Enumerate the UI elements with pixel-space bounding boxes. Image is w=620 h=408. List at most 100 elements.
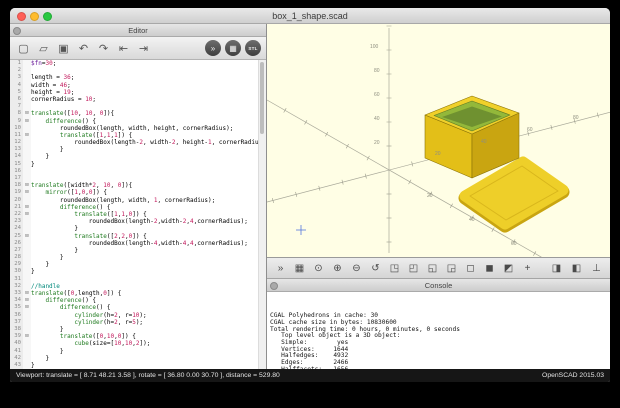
fold-marker-icon[interactable] [23, 283, 31, 290]
fold-marker-icon[interactable]: ⊟ [23, 132, 31, 139]
redo-icon[interactable]: ↷ [95, 40, 112, 56]
code-line[interactable]: 5 height = 19; [10, 89, 266, 96]
zoom-window-button[interactable] [43, 12, 52, 21]
fold-marker-icon[interactable]: ⊟ [23, 304, 31, 311]
fold-marker-icon[interactable] [23, 67, 31, 74]
fold-marker-icon[interactable] [23, 89, 31, 96]
code-line[interactable]: 7 [10, 103, 266, 110]
fold-marker-icon[interactable] [23, 319, 31, 326]
3d-viewport[interactable]: 1008060402020406080204060 [267, 24, 610, 258]
render-icon[interactable]: ▦ [291, 260, 308, 276]
code-line[interactable]: 42 } [10, 355, 266, 362]
code-line[interactable]: 21 ⊟ difference() { [10, 204, 266, 211]
save-file-icon[interactable]: ▣ [55, 40, 72, 56]
code-line[interactable]: 17 [10, 175, 266, 182]
open-file-icon[interactable]: ▱ [35, 40, 52, 56]
code-line[interactable]: 20 roundedBox(length, width, 1, cornerRa… [10, 197, 266, 204]
view-right-icon[interactable]: ◳ [386, 260, 403, 276]
fold-marker-icon[interactable]: ⊟ [23, 211, 31, 218]
view-top-icon[interactable]: ◰ [405, 260, 422, 276]
code-line[interactable]: 39 ⊟ translate([0,10,0]) { [10, 333, 266, 340]
code-line[interactable]: 4 width = 46; [10, 82, 266, 89]
fold-marker-icon[interactable] [23, 153, 31, 160]
fold-marker-icon[interactable]: ⊟ [23, 182, 31, 189]
code-line[interactable]: 22 ⊟ translate([1,1,0]) { [10, 211, 266, 218]
fold-marker-icon[interactable] [23, 96, 31, 103]
code-line[interactable]: 26 roundedBox(length-4,width-4,4,cornerR… [10, 240, 266, 247]
view-front-icon[interactable]: ◻ [462, 260, 479, 276]
render-button[interactable]: ▦ [225, 40, 241, 56]
fold-marker-icon[interactable]: ⊟ [23, 290, 31, 297]
fold-marker-icon[interactable] [23, 60, 31, 67]
unindent-icon[interactable]: ⇤ [115, 40, 132, 56]
code-line[interactable]: 32 //handle [10, 283, 266, 290]
fold-marker-icon[interactable] [23, 348, 31, 355]
show-axes-icon[interactable]: ⊥ [588, 260, 605, 276]
code-line[interactable]: 28 } [10, 254, 266, 261]
code-line[interactable]: 8 ⊟ translate([10, 10, 0]){ [10, 110, 266, 117]
code-line[interactable]: 33 ⊟ translate([0,length,0]) { [10, 290, 266, 297]
view-bottom-icon[interactable]: ◱ [424, 260, 441, 276]
code-line[interactable]: 25 ⊟ translate([2,2,0]) { [10, 233, 266, 240]
minimize-window-button[interactable] [30, 12, 39, 21]
fold-marker-icon[interactable]: ⊟ [23, 333, 31, 340]
view-center-icon[interactable]: + [519, 260, 536, 276]
code-line[interactable]: 35 ⊟ difference() { [10, 304, 266, 311]
fold-marker-icon[interactable] [23, 254, 31, 261]
fold-marker-icon[interactable] [23, 340, 31, 347]
code-line[interactable]: 18 ⊟ translate([width*2, 10, 0]){ [10, 182, 266, 189]
fold-marker-icon[interactable] [23, 74, 31, 81]
editor-scrollbar-thumb[interactable] [260, 62, 264, 134]
fold-marker-icon[interactable]: ⊟ [23, 204, 31, 211]
export-stl-button[interactable]: STL [245, 40, 261, 56]
code-line[interactable]: 40 cube(size=[10,10,2]); [10, 340, 266, 347]
preview-button[interactable]: » [205, 40, 221, 56]
code-line[interactable]: 2 [10, 67, 266, 74]
code-editor[interactable]: 1 $fn=30; 2 3 length = 36; [10, 60, 266, 369]
view-all-icon[interactable]: ⊙ [310, 260, 327, 276]
fold-marker-icon[interactable] [23, 326, 31, 333]
fold-marker-icon[interactable]: ⊟ [23, 118, 31, 125]
fold-marker-icon[interactable] [23, 168, 31, 175]
code-line[interactable]: 3 length = 36; [10, 74, 266, 81]
view-left-icon[interactable]: ◲ [443, 260, 460, 276]
close-window-button[interactable] [17, 12, 26, 21]
code-line[interactable]: 29 } [10, 261, 266, 268]
orthographic-icon[interactable]: ◧ [568, 260, 585, 276]
code-line[interactable]: 6 cornerRadius = 10; [10, 96, 266, 103]
fold-marker-icon[interactable] [23, 240, 31, 247]
editor-scrollbar[interactable] [258, 60, 266, 369]
code-line[interactable]: 34 ⊟ difference() { [10, 297, 266, 304]
fold-marker-icon[interactable] [23, 355, 31, 362]
code-line[interactable]: 1 $fn=30; [10, 60, 266, 67]
fold-marker-icon[interactable]: ⊟ [23, 110, 31, 117]
code-line[interactable]: 24 } [10, 225, 266, 232]
code-line[interactable]: 37 cylinder(h=2, r=5); [10, 319, 266, 326]
fold-marker-icon[interactable] [23, 103, 31, 110]
reset-view-icon[interactable]: ↺ [367, 260, 384, 276]
undo-icon[interactable]: ↶ [75, 40, 92, 56]
fold-marker-icon[interactable] [23, 175, 31, 182]
code-line[interactable]: 12 roundedBox(length-2, width-2, height-… [10, 139, 266, 146]
fold-marker-icon[interactable] [23, 125, 31, 132]
code-line[interactable]: 10 roundedBox(length, width, height, cor… [10, 125, 266, 132]
zoom-out-icon[interactable]: ⊖ [348, 260, 365, 276]
view-back-icon[interactable]: ◼ [481, 260, 498, 276]
indent-icon[interactable]: ⇥ [135, 40, 152, 56]
perspective-icon[interactable]: ◨ [548, 260, 565, 276]
fold-marker-icon[interactable] [23, 225, 31, 232]
code-line[interactable]: 36 cylinder(h=2, r=10); [10, 312, 266, 319]
code-line[interactable]: 19 ⊟ mirror([1,0,0]) { [10, 189, 266, 196]
fold-marker-icon[interactable]: ⊟ [23, 189, 31, 196]
fold-marker-icon[interactable] [23, 197, 31, 204]
fold-marker-icon[interactable] [23, 218, 31, 225]
zoom-in-icon[interactable]: ⊕ [329, 260, 346, 276]
code-line[interactable]: 38 } [10, 326, 266, 333]
code-line[interactable]: 27 } [10, 247, 266, 254]
fold-marker-icon[interactable]: ⊟ [23, 233, 31, 240]
new-file-icon[interactable]: ▢ [15, 40, 32, 56]
console-close-icon[interactable] [270, 282, 278, 290]
editor-close-icon[interactable] [13, 27, 21, 35]
fold-marker-icon[interactable] [23, 312, 31, 319]
preview-icon[interactable]: » [272, 260, 289, 276]
